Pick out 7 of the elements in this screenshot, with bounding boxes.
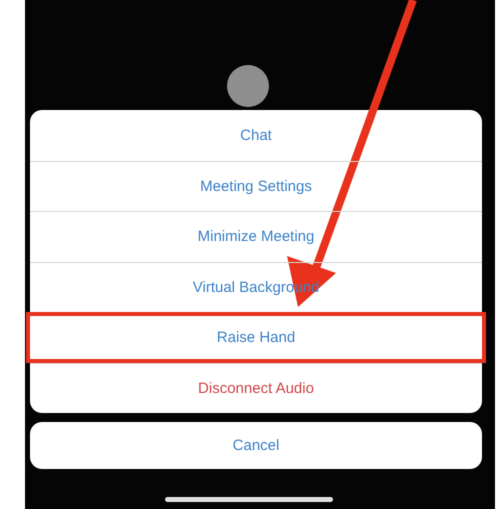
- menu-item[interactable]: Disconnect Audio: [30, 362, 482, 413]
- menu-item[interactable]: Meeting Settings: [30, 160, 482, 211]
- menu-item[interactable]: Minimize Meeting: [30, 211, 482, 262]
- cancel-button[interactable]: Cancel: [30, 422, 482, 469]
- avatar-icon: [227, 65, 269, 107]
- menu-item[interactable]: Chat: [30, 110, 482, 160]
- menu-item[interactable]: Raise Hand: [26, 312, 486, 362]
